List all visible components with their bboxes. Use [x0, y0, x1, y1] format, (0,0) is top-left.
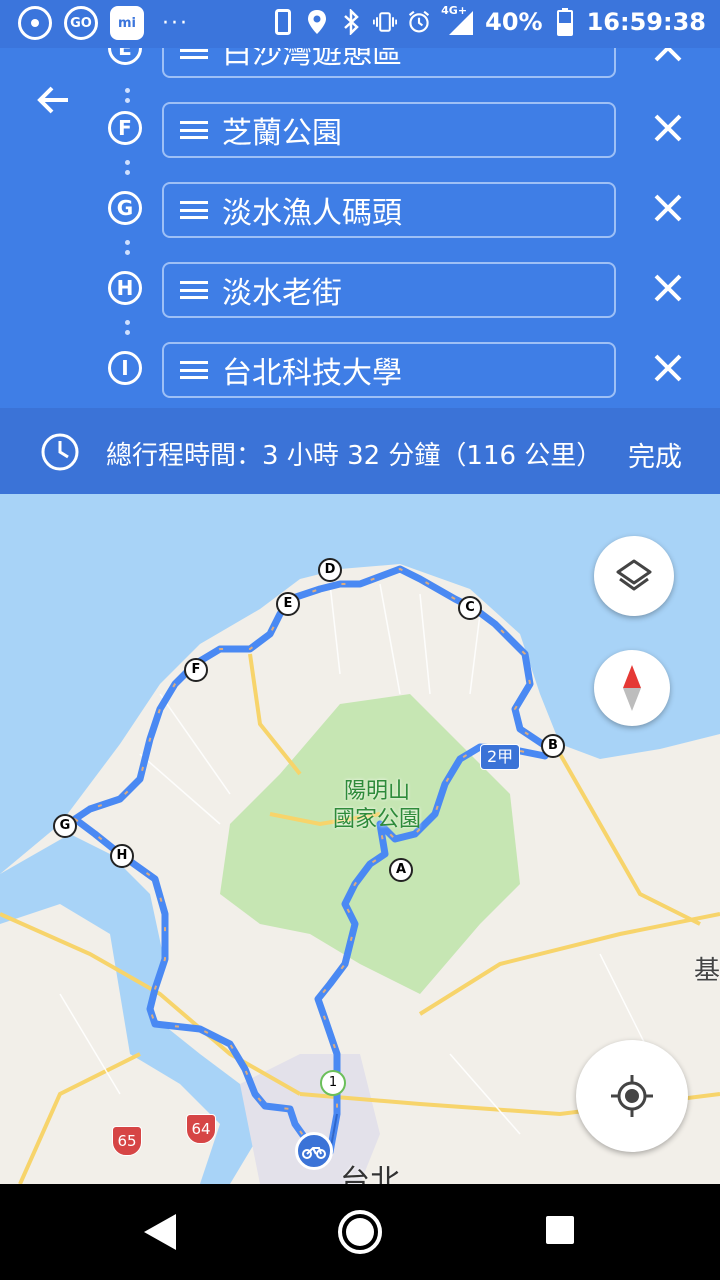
route-shield-65: 65 [112, 1126, 142, 1156]
back-nav-icon[interactable] [140, 1210, 180, 1254]
park-label-line-1: 陽明山 [343, 779, 410, 804]
stop-field-e[interactable]: 白沙灣遊憩區 [162, 48, 616, 78]
home-nav-icon[interactable] [336, 1208, 384, 1256]
park-label-line-2: 國家公園 [332, 807, 421, 832]
stop-letter-badge: I [108, 351, 142, 385]
remove-stop-icon[interactable] [650, 48, 686, 66]
battery-icon [553, 8, 577, 36]
stop-field-f[interactable]: 芝蘭公園 [162, 102, 616, 158]
done-button[interactable]: 完成 [628, 435, 682, 474]
bluetooth-icon [339, 9, 363, 35]
alarm-icon [407, 10, 431, 34]
route-stops-panel: E 白沙灣遊憩區 F 芝蘭公園 G 淡水漁人碼頭 H 淡水老街 I 台北科技大學 [0, 48, 720, 408]
map-view[interactable]: 陽明山 國家公園 台北 基 2甲 65 64 A B C D E F G H 1 [0, 494, 720, 1184]
waypoint-marker-h[interactable]: H [110, 844, 134, 868]
remove-stop-icon[interactable] [650, 270, 686, 306]
trip-summary-bar: 總行程時間：3 小時 32 分鐘（116 公里） 完成 [0, 408, 720, 494]
stop-name: 淡水老街 [222, 276, 342, 311]
stop-name: 淡水漁人碼頭 [222, 196, 402, 231]
stop-row-e: E 白沙灣遊憩區 [0, 48, 720, 78]
stop-name: 白沙灣遊憩區 [222, 48, 402, 71]
stop-name: 芝蘭公園 [222, 116, 342, 151]
edge-city-label: 基 [694, 956, 720, 986]
compass-button[interactable] [594, 650, 670, 726]
signal-icon: 4G+ [441, 4, 475, 36]
clock-icon [40, 432, 80, 472]
stop-row-h: H 淡水老街 [0, 262, 720, 318]
battery-percent: 40% [485, 8, 543, 36]
route-shield-2jia: 2甲 [480, 744, 521, 770]
waypoint-marker-d[interactable]: D [318, 558, 342, 582]
clock-time: 16:59:38 [586, 8, 706, 36]
connector-dots [125, 240, 131, 260]
stop-letter-badge: E [108, 48, 142, 65]
waypoint-marker-f[interactable]: F [184, 658, 208, 682]
stop-letter-badge: F [108, 111, 142, 145]
mi-icon: mi [110, 6, 144, 40]
layers-button[interactable] [594, 536, 674, 616]
connector-dots [125, 160, 131, 180]
location-icon [305, 10, 329, 34]
connector-dots [125, 320, 131, 340]
crosshair-location-icon [611, 1075, 653, 1117]
stop-row-i: I 台北科技大學 [0, 342, 720, 398]
city-label: 台北 [340, 1164, 400, 1184]
waypoint-marker-e[interactable]: E [276, 592, 300, 616]
stop-letter-badge: G [108, 191, 142, 225]
phone-icon [271, 9, 295, 35]
total-trip-time: 總行程時間：3 小時 32 分鐘（116 公里） [106, 441, 603, 471]
waypoint-marker-a[interactable]: A [389, 858, 413, 882]
waypoint-marker-g[interactable]: G [53, 814, 77, 838]
stop-field-i[interactable]: 台北科技大學 [162, 342, 616, 398]
stop-row-g: G 淡水漁人碼頭 [0, 182, 720, 238]
drag-handle-icon[interactable] [180, 48, 208, 59]
chrome-icon [18, 6, 52, 40]
stop-field-g[interactable]: 淡水漁人碼頭 [162, 182, 616, 238]
status-bar: GO mi ··· 4G+ 40% 16:59:38 [0, 0, 720, 48]
route-shield-64: 64 [186, 1114, 216, 1144]
system-navigation-bar [0, 1184, 720, 1280]
stop-name: 台北科技大學 [222, 356, 402, 391]
waypoint-marker-c[interactable]: C [458, 596, 482, 620]
stop-row-f: F 芝蘭公園 [0, 102, 720, 158]
drag-handle-icon[interactable] [180, 121, 208, 139]
layers-icon [616, 559, 652, 591]
motorcycle-origin-icon [295, 1132, 333, 1170]
recents-nav-icon[interactable] [544, 1214, 576, 1246]
drag-handle-icon[interactable] [180, 361, 208, 379]
compass-icon [623, 665, 641, 711]
remove-stop-icon[interactable] [650, 110, 686, 146]
park-label: 陽明山 國家公園 [324, 778, 430, 834]
vibrate-icon [373, 10, 398, 34]
go-icon: GO [64, 6, 98, 40]
stop-letter-badge: H [108, 271, 142, 305]
my-location-button[interactable] [576, 1040, 688, 1152]
route-start-marker: 1 [320, 1070, 346, 1096]
waypoint-marker-b[interactable]: B [541, 734, 565, 758]
drag-handle-icon[interactable] [180, 281, 208, 299]
remove-stop-icon[interactable] [650, 190, 686, 226]
more-notifications-icon: ··· [162, 10, 189, 36]
remove-stop-icon[interactable] [650, 350, 686, 386]
stop-field-h[interactable]: 淡水老街 [162, 262, 616, 318]
drag-handle-icon[interactable] [180, 201, 208, 219]
